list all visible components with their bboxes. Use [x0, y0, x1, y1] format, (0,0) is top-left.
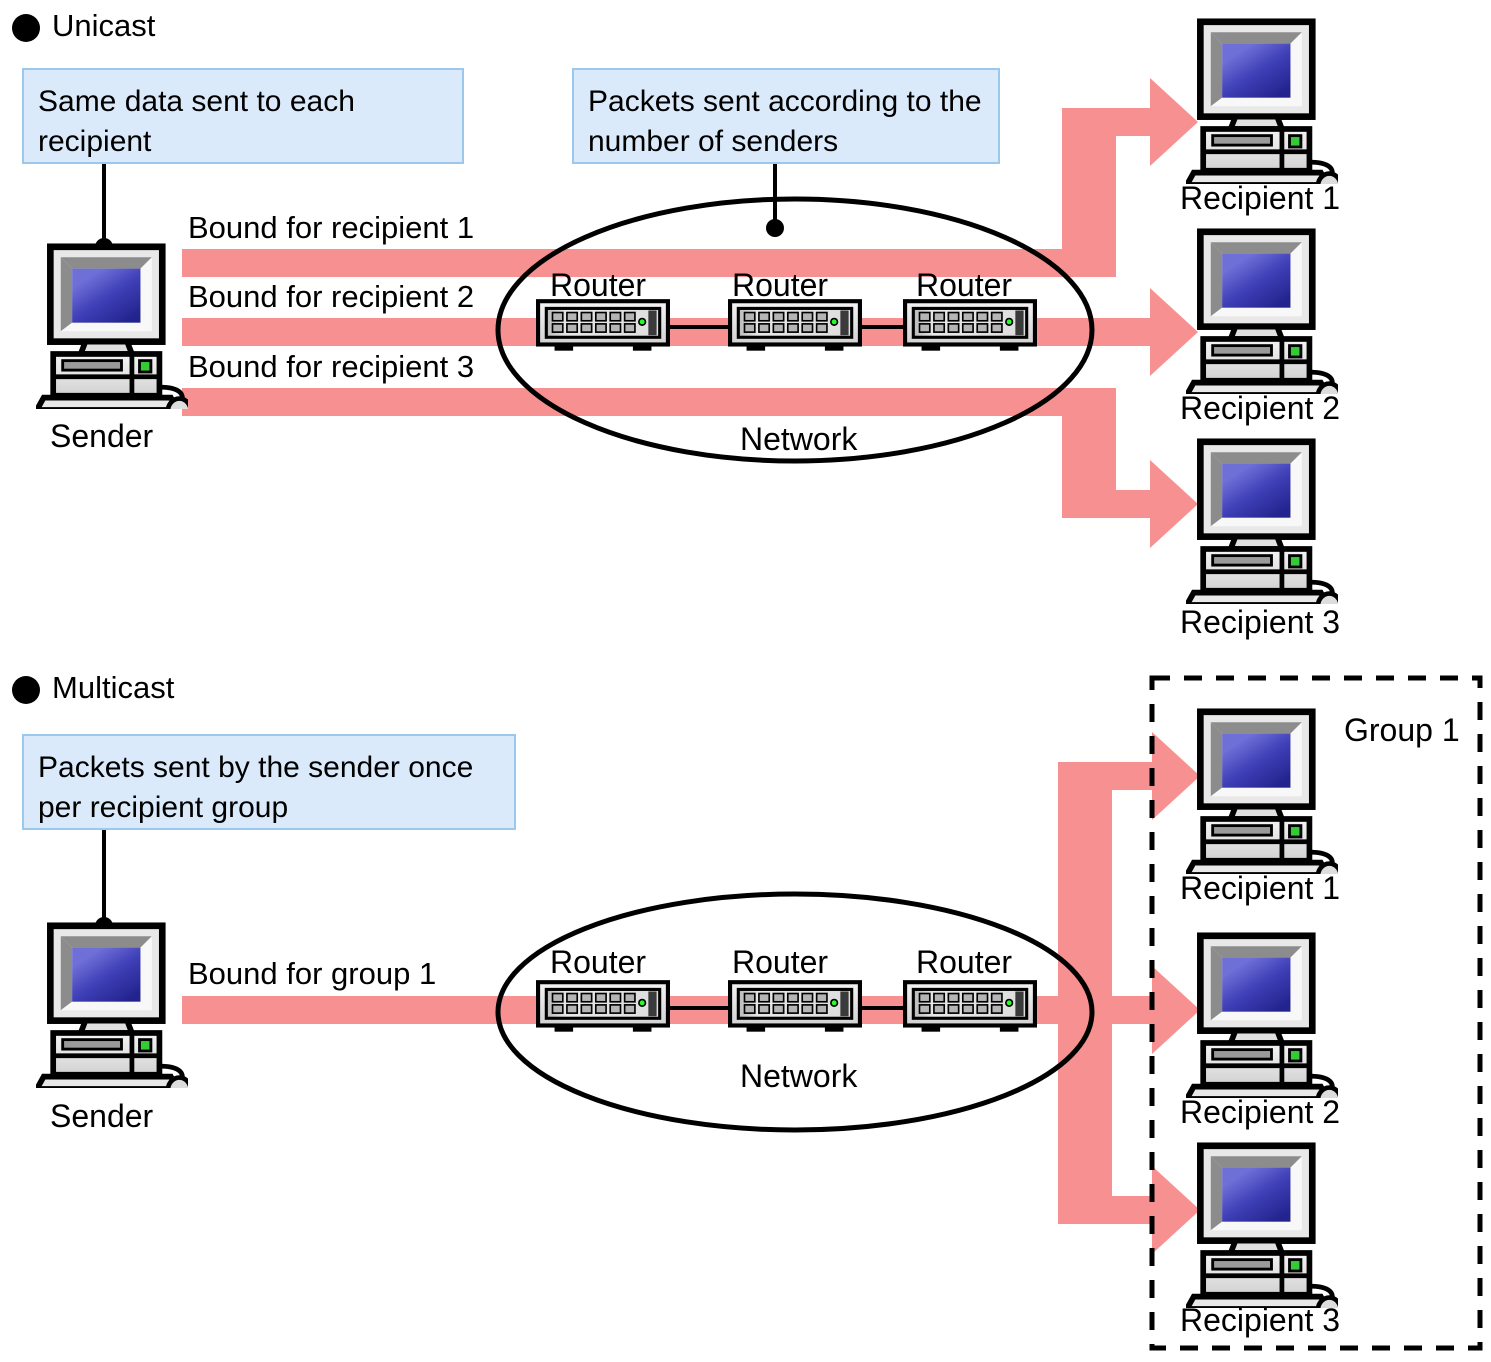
router-label-u1: Router — [550, 267, 647, 303]
router-icon-m2 — [730, 982, 860, 1031]
recipient-label-u3: Recipient 3 — [1180, 604, 1341, 640]
flow-label-group-1: Bound for group 1 — [188, 956, 437, 991]
network-label-unicast: Network — [740, 421, 858, 457]
recipient-computer-icon-m3 — [1184, 1146, 1341, 1322]
recipient-label-m1: Recipient 1 — [1180, 870, 1341, 906]
sender-label-multicast: Sender — [50, 1098, 154, 1134]
recipient-computer-icon-m2 — [1184, 936, 1341, 1112]
callout-same-data: Same data sent to each recipient — [22, 68, 464, 164]
router-icon-u3 — [905, 301, 1035, 350]
router-icon-u2 — [730, 301, 860, 350]
router-icon-m1 — [538, 982, 668, 1031]
flow-label-recipient-1: Bound for recipient 1 — [188, 210, 475, 245]
recipient-label-m2: Recipient 2 — [1180, 1094, 1341, 1130]
router-label-m3: Router — [916, 944, 1013, 980]
router-label-m2: Router — [732, 944, 829, 980]
callout-packets-per-group: Packets sent by the sender once per reci… — [22, 734, 516, 830]
router-label-m1: Router — [550, 944, 647, 980]
flow-label-recipient-3: Bound for recipient 3 — [188, 349, 475, 384]
callout-leaders-multicast — [95, 830, 113, 935]
recipient-label-u2: Recipient 2 — [1180, 390, 1341, 426]
recipient-computer-icon-m1 — [1184, 712, 1341, 888]
router-label-u2: Router — [732, 267, 829, 303]
recipient-computer-icon-u2 — [1184, 232, 1341, 408]
section-heading-unicast: Unicast — [52, 8, 156, 43]
bullet-icon-unicast — [12, 14, 40, 42]
router-label-u3: Router — [916, 267, 1013, 303]
sender-computer-icon-unicast — [34, 247, 191, 423]
diagram-canvas: Unicast Same data sent to each recipient… — [0, 0, 1491, 1362]
sender-label-unicast: Sender — [50, 418, 154, 454]
router-icon-u1 — [538, 301, 668, 350]
recipient-label-m3: Recipient 3 — [1180, 1302, 1341, 1338]
network-label-multicast: Network — [740, 1058, 858, 1094]
recipient-computer-icon-u3 — [1184, 442, 1341, 618]
flow-label-recipient-2: Bound for recipient 2 — [188, 279, 475, 314]
callout-packets-per-sender: Packets sent according to the number of … — [572, 68, 1000, 164]
recipient-label-u1: Recipient 1 — [1180, 180, 1341, 216]
router-icon-m3 — [905, 982, 1035, 1031]
sender-computer-icon-multicast — [34, 926, 191, 1102]
section-heading-multicast: Multicast — [52, 670, 175, 705]
recipient-computer-icon-u1 — [1184, 22, 1341, 198]
group-label: Group 1 — [1344, 712, 1460, 748]
bullet-icon-multicast — [12, 676, 40, 704]
